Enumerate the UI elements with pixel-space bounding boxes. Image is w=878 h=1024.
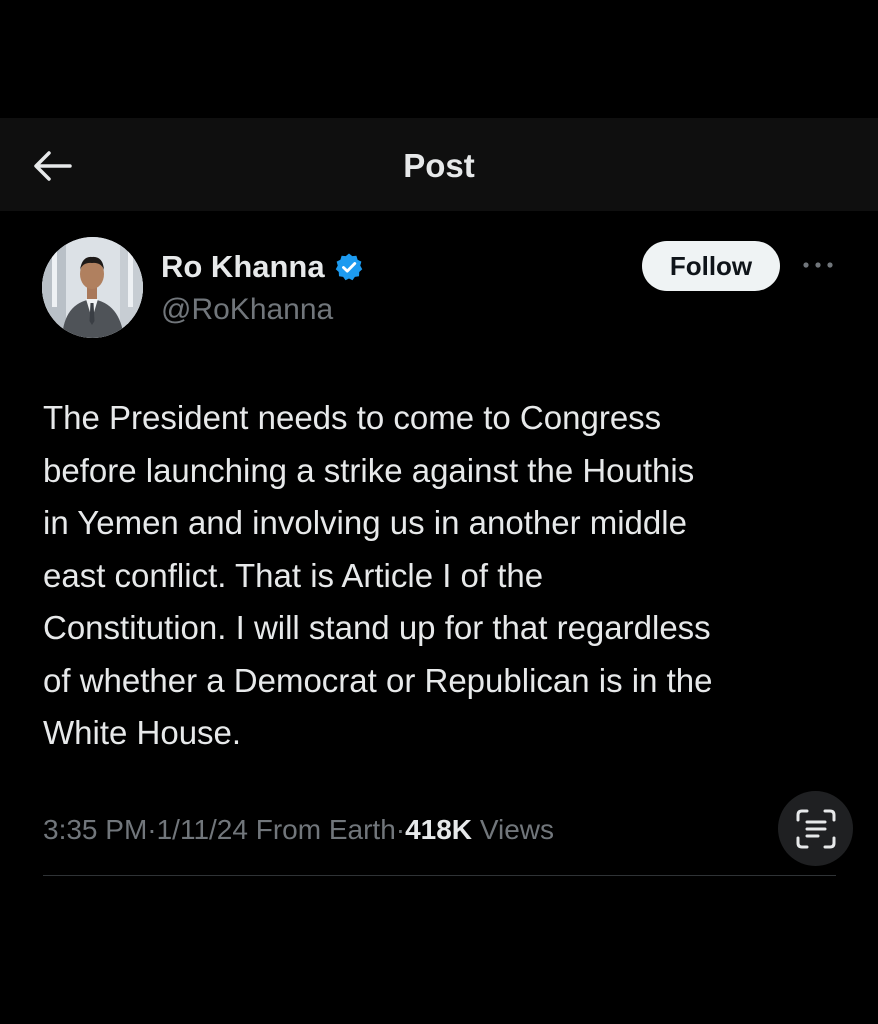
post-source: From Earth [255,814,396,845]
page-title: Post [403,147,475,184]
post-time[interactable]: 3:35 PM [43,814,147,846]
meta-separator: · [395,814,406,845]
author-photo [42,237,143,338]
author-name-row: Ro Khanna [161,246,364,288]
post-date[interactable]: 1/11/24 [157,814,248,846]
author-handle[interactable]: @RoKhanna [161,290,333,330]
more-options-button[interactable] [796,250,840,280]
author-name[interactable]: Ro Khanna [161,249,325,285]
post-meta: 3:35 PM · 1/11/24 From Earth · 418K View… [43,809,554,851]
follow-button[interactable]: Follow [642,241,780,291]
post-text: The President needs to come to Congress … [43,399,713,751]
top-bar: Post [0,118,878,211]
meta-separator: · [147,814,157,845]
verified-badge-icon [334,252,364,282]
views-count[interactable]: 418K [405,814,472,846]
divider [43,875,836,876]
live-text-button[interactable] [778,791,853,866]
avatar[interactable] [42,237,143,338]
more-options-icon [803,262,833,268]
views-label: Views [479,814,554,845]
live-text-icon [796,809,835,848]
